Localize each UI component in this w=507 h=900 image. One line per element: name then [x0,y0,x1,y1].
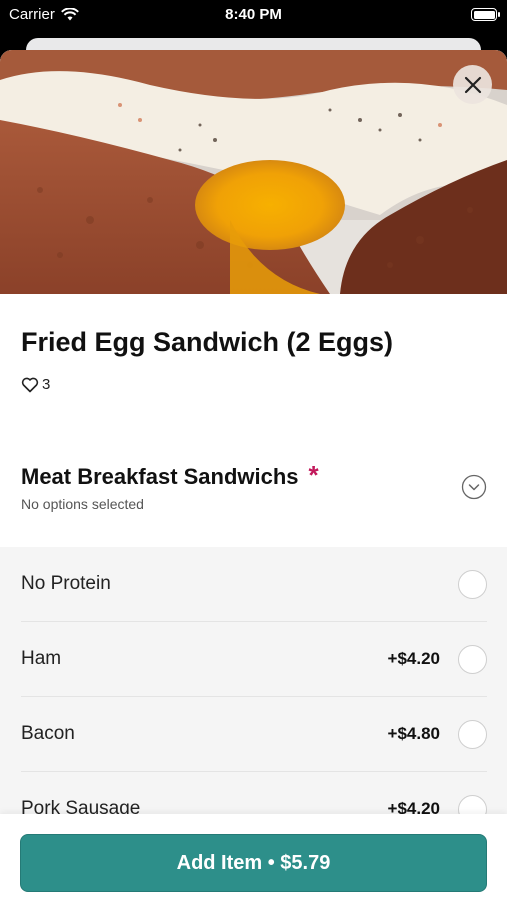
battery-icon [471,8,500,21]
radio-button[interactable] [458,569,487,599]
option-price: +$4.20 [387,649,440,668]
status-bar: Carrier 8:40 PM [0,0,507,30]
item-photo [0,50,507,294]
option-label: Ham [21,648,62,669]
item-detail-sheet: Fried Egg Sandwich (2 Eggs) 3 Meat Break… [0,50,507,900]
option-row[interactable]: No Protein [21,547,487,622]
like-count-value: 3 [42,376,51,393]
radio-button[interactable] [458,644,487,674]
add-item-button[interactable]: Add Item • $5.79 [20,834,487,892]
item-title: Fried Egg Sandwich (2 Eggs) [21,327,394,357]
option-price: +$4.80 [387,724,440,743]
status-time: 8:40 PM [225,6,282,23]
heart-icon [21,377,39,392]
option-row[interactable]: Bacon +$4.80 [21,697,487,772]
option-row[interactable]: Ham +$4.20 [21,622,487,697]
required-indicator: * [308,460,319,490]
option-label: Bacon [21,723,75,744]
radio-button[interactable] [458,719,487,749]
close-icon [464,76,481,93]
option-label: No Protein [21,573,111,594]
like-count[interactable]: 3 [21,376,50,393]
close-button[interactable] [453,65,492,104]
chevron-down-icon[interactable] [461,474,487,500]
footer-bar: Add Item • $5.79 [0,814,507,900]
option-group-header[interactable]: Meat Breakfast Sandwichs * No options se… [21,462,487,512]
option-group-name: Meat Breakfast Sandwichs [21,464,299,489]
option-group-status: No options selected [21,496,144,512]
option-group-title: Meat Breakfast Sandwichs * [21,462,487,490]
